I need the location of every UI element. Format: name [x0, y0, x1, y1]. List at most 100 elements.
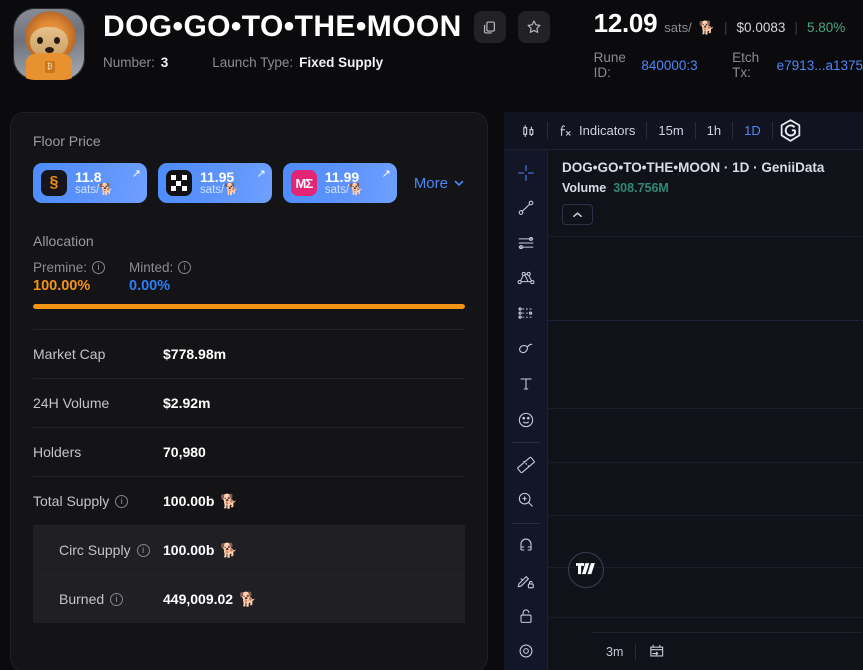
volume-label: Volume: [562, 181, 607, 195]
minted-label: Minted:: [129, 260, 174, 275]
stat-key: Burned: [59, 591, 105, 607]
badge-price: 11.8: [75, 168, 102, 185]
trend-line-icon[interactable]: [509, 191, 543, 224]
etch-tx-value[interactable]: e7913...a1375: [777, 58, 863, 73]
magic-eden-icon: MΣ: [290, 170, 317, 196]
floor-price-label: Floor Price: [33, 133, 101, 149]
dog-avatar: ₿: [13, 8, 85, 80]
floor-price-badge-unisat[interactable]: § 11.8 sats/🐕 ↗: [33, 163, 147, 203]
copy-button[interactable]: [473, 11, 506, 43]
table-row: Holders 70,980: [33, 427, 465, 476]
dog-emoji-icon: 🐕: [99, 184, 114, 197]
info-icon[interactable]: i: [136, 543, 150, 557]
minted-col: Minted: i 0.00%: [129, 260, 225, 294]
candlestick-chart-icon: [523, 124, 534, 137]
chart-canvas[interactable]: DOG•GO•TO•THE•MOON · 1D · GeniiData Volu…: [548, 150, 863, 670]
header-right: 12.09 sats/ 🐕 | $0.0083 | 5.80% Rune ID:…: [594, 0, 863, 80]
stat-value: 100.00b: [163, 493, 215, 509]
table-row: Market Cap $778.98m: [33, 329, 465, 378]
dog-emoji-icon: 🐕: [220, 492, 238, 509]
info-icon[interactable]: i: [178, 261, 192, 274]
dog-emoji-icon: 🐕: [698, 20, 715, 35]
allocation-label: Allocation: [33, 233, 94, 249]
badge-unit: sats/: [199, 184, 225, 197]
info-icon[interactable]: i: [110, 592, 124, 606]
info-icon[interactable]: i: [115, 494, 129, 508]
text-icon[interactable]: [509, 368, 543, 401]
favorite-button[interactable]: [517, 11, 550, 43]
geniidata-logo-icon: [777, 117, 804, 144]
go-to-date-icon: [650, 644, 664, 657]
app-root: ₿ DOG•GO•TO•THE•MOON Number: 3 Launch Ty…: [0, 0, 863, 670]
dog-emoji-icon: 🐕: [239, 590, 257, 607]
number-label: Number:: [103, 55, 155, 70]
tradingview-logo-icon: [568, 552, 604, 588]
more-markets-button[interactable]: More: [414, 175, 465, 192]
unisat-icon: §: [41, 170, 67, 196]
measure-icon[interactable]: [509, 448, 543, 481]
drawing-toolbar: [504, 150, 548, 670]
stat-key: Circ Supply: [59, 542, 131, 558]
hide-drawings-icon[interactable]: [509, 635, 543, 668]
pitchfork-icon[interactable]: [509, 262, 543, 295]
rune-info-card: Floor Price § 11.8 sats/🐕 ↗ 11.95 sats/🐕…: [10, 112, 488, 670]
stat-value: 449,009.02: [163, 591, 234, 607]
launch-type-value: Fixed Supply: [299, 55, 384, 70]
premine-value: 100.00%: [33, 278, 91, 294]
collapse-pane-button[interactable]: [562, 204, 593, 225]
price-separator: |: [723, 19, 728, 35]
drawing-lock-icon[interactable]: [509, 564, 543, 597]
stat-value: $2.92m: [163, 395, 211, 411]
floor-price-badges: § 11.8 sats/🐕 ↗ 11.95 sats/🐕 ↗ MΣ 11.99 …: [33, 163, 465, 203]
launch-type-label: Launch Type:: [212, 55, 294, 70]
table-row: Circ Supply i 100.00b 🐕: [33, 525, 465, 574]
info-icon[interactable]: i: [92, 261, 106, 274]
interval-1d[interactable]: 1D: [733, 118, 772, 144]
stat-key: Market Cap: [33, 346, 106, 362]
price-unit: sats/: [664, 20, 692, 35]
indicators-button[interactable]: Indicators: [548, 118, 646, 144]
range-3m-button[interactable]: 3m: [606, 645, 623, 659]
chart-legend: DOG•GO•TO•THE•MOON · 1D · GeniiData Volu…: [548, 150, 863, 195]
allocation-section: Allocation Premine: i 100.00% Minted: i …: [33, 233, 465, 309]
minted-value: 0.00%: [129, 278, 171, 294]
meta-row-2: Rune ID: 840000:3 Etch Tx: e7913...a1375: [594, 50, 863, 80]
star-icon: [527, 20, 541, 33]
horizontal-lines-icon[interactable]: [509, 227, 543, 260]
zoom-in-icon[interactable]: [509, 484, 543, 517]
price-row: 12.09 sats/ 🐕 | $0.0083 | 5.80%: [594, 8, 863, 39]
page-title: DOG•GO•TO•THE•MOON: [103, 10, 462, 43]
chevron-up-icon: [573, 211, 582, 217]
floor-price-badge-okx[interactable]: 11.95 sats/🐕 ↗: [157, 163, 272, 203]
badge-unit: sats/: [324, 184, 350, 197]
stat-key: 24H Volume: [33, 395, 110, 411]
interval-1h[interactable]: 1h: [696, 118, 732, 144]
chart-toolbar: Indicators 15m 1h 1D: [504, 112, 863, 150]
external-link-icon: ↗: [256, 168, 266, 180]
crosshair-icon[interactable]: [509, 156, 543, 189]
chevron-down-icon: [454, 180, 464, 187]
table-row: Total Supply i 100.00b 🐕: [33, 476, 465, 525]
rune-id-value[interactable]: 840000:3: [641, 58, 697, 73]
chart-type-button[interactable]: [510, 118, 547, 144]
floor-price-value: 12.09: [593, 8, 658, 38]
floor-price-badge-magiceden[interactable]: MΣ 11.99 sats/🐕 ↗: [282, 163, 397, 203]
allocation-progress-bar: [33, 304, 465, 309]
stat-key: Holders: [33, 444, 82, 460]
table-row: 24H Volume $2.92m: [33, 378, 465, 427]
lock-icon[interactable]: [509, 599, 543, 632]
interval-15m[interactable]: 15m: [647, 118, 694, 144]
price-usd: $0.0083: [736, 20, 786, 35]
fib-retracement-icon[interactable]: [509, 297, 543, 330]
dog-emoji-icon: 🐕: [220, 541, 238, 558]
go-to-date-button[interactable]: [648, 642, 665, 662]
header-main: DOG•GO•TO•THE•MOON Number: 3 Launch Type…: [103, 0, 550, 70]
chart-panel: Indicators 15m 1h 1D DOG•GO•TO•THE•MOON …: [504, 112, 863, 670]
magnet-icon[interactable]: [509, 529, 543, 562]
chart-body: DOG•GO•TO•THE•MOON · 1D · GeniiData Volu…: [504, 150, 863, 670]
title-row: DOG•GO•TO•THE•MOON: [103, 10, 550, 44]
brush-icon[interactable]: [509, 332, 543, 365]
dog-emoji-icon: 🐕: [224, 184, 239, 197]
rune-id-label: Rune ID:: [593, 50, 626, 80]
emoji-icon[interactable]: [509, 403, 543, 436]
